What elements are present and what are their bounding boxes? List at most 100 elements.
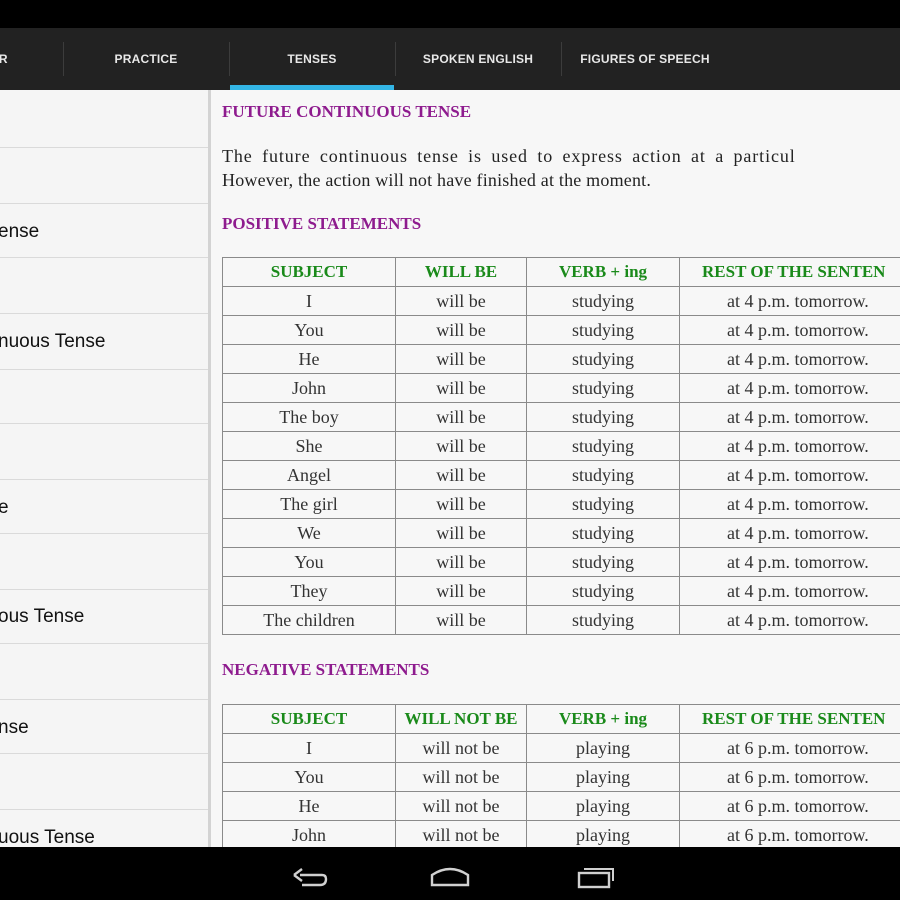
- recent-apps-button[interactable]: [565, 855, 625, 891]
- tense-list-item[interactable]: [0, 148, 208, 204]
- tense-list-item[interactable]: [0, 534, 208, 590]
- table-row: The girl will be studying at 4 p.m. tomorro…: [222, 489, 900, 519]
- table-cell: will be: [395, 286, 527, 316]
- tense-list-item[interactable]: uous Tense: [0, 810, 208, 847]
- table-row: Angel will be studying at 4 p.m. tomorrow.: [222, 460, 900, 490]
- lesson-title: FUTURE CONTINUOUS TENSE: [222, 102, 472, 121]
- tense-list-item[interactable]: nuous Tense: [0, 314, 208, 370]
- table-cell: She: [222, 431, 396, 461]
- tab-tenses[interactable]: TENSES: [230, 28, 394, 90]
- positive-statements-heading: POSITIVE STATEMENTS: [222, 214, 422, 233]
- column-header: WILL NOT BE: [395, 704, 527, 734]
- tense-list-item-label: nuous Tense: [0, 331, 106, 352]
- lesson-description-line: However, the action will not have finish…: [222, 170, 652, 190]
- tab-label: AR: [0, 52, 8, 66]
- table-cell: studying: [526, 489, 680, 519]
- table-cell: playing: [526, 762, 680, 792]
- tab-spoken-english[interactable]: SPOKEN ENGLISH: [396, 28, 560, 90]
- recent-apps-icon: [577, 868, 614, 889]
- table-row: You will not be playing at 6 p.m. tomorrow.: [222, 762, 900, 792]
- table-row: John will not be playing at 6 p.m. tomorrow…: [222, 820, 900, 847]
- table-cell: at 4 p.m. tomorrow.: [679, 489, 900, 519]
- table-cell: will be: [395, 576, 527, 606]
- tense-list-item-label: ous Tense: [0, 606, 85, 627]
- tense-list-item-label: ı: [0, 274, 1, 296]
- table-cell: studying: [526, 547, 680, 577]
- table-row: The children will be studying at 4 p.m. tom…: [222, 605, 900, 635]
- column-header: VERB + ing: [526, 704, 680, 734]
- column-header: SUBJECT: [222, 704, 396, 734]
- table-row: John will be studying at 4 p.m. tomorrow.: [222, 373, 900, 403]
- tense-list-item[interactable]: ense: [0, 204, 208, 258]
- table-cell: studying: [526, 402, 680, 432]
- table-cell: studying: [526, 518, 680, 548]
- home-icon: [430, 867, 470, 887]
- table-row: Iwill be studying at 4 p.m. tomorrow.: [222, 286, 900, 316]
- table-cell: at 4 p.m. tomorrow.: [679, 576, 900, 606]
- lesson-pane: FUTURE CONTINUOUS TENSE The future conti…: [211, 90, 900, 847]
- table-cell: Angel: [222, 460, 396, 490]
- table-row: They will be studying at 4 p.m. tomorrow.: [222, 576, 900, 606]
- status-bar: [0, 0, 900, 28]
- table-row: You will be studying at 4 p.m. tomorrow.: [222, 315, 900, 345]
- table-cell: You: [222, 315, 396, 345]
- table-header-row: SUBJECT WILL NOT BE VERB + ing REST OF T…: [222, 704, 900, 734]
- table-row: He will not be playing at 6 p.m. tomorrow.: [222, 791, 900, 821]
- table-row: He will be studying at 4 p.m. tomorrow.: [222, 344, 900, 374]
- table-cell: will be: [395, 431, 527, 461]
- table-cell: playing: [526, 733, 680, 763]
- table-cell: John: [222, 373, 396, 403]
- table-cell: will not be: [395, 762, 527, 792]
- tense-list-item[interactable]: ı: [0, 258, 208, 314]
- table-cell: The girl: [222, 489, 396, 519]
- table-cell: studying: [526, 344, 680, 374]
- table-row: You will be studying at 4 p.m. tomorrow.: [222, 547, 900, 577]
- tense-list-item[interactable]: [0, 370, 208, 424]
- table-cell: will be: [395, 489, 527, 519]
- column-header: VERB + ing: [526, 257, 680, 287]
- table-cell: at 6 p.m. tomorrow.: [679, 791, 900, 821]
- table-cell: will be: [395, 518, 527, 548]
- tense-list-item[interactable]: [0, 424, 208, 480]
- back-button[interactable]: [276, 855, 336, 891]
- table-cell: You: [222, 547, 396, 577]
- tab-bar: AR PRACTICE TENSES SPOKEN ENGLISH FIGURE…: [0, 28, 900, 90]
- table-cell: at 4 p.m. tomorrow.: [679, 518, 900, 548]
- table-cell: studying: [526, 460, 680, 490]
- tense-list-item[interactable]: ous Tense: [0, 590, 208, 644]
- tab-figures-of-speech[interactable]: FIGURES OF SPEECH: [562, 28, 728, 90]
- table-cell: at 4 p.m. tomorrow.: [679, 344, 900, 374]
- column-header: WILL BE: [395, 257, 527, 287]
- table-cell: I: [222, 733, 396, 763]
- table-row: The boy will be studying at 4 p.m. tomorrow…: [222, 402, 900, 432]
- tense-list-item[interactable]: [0, 644, 208, 700]
- positive-statements-table: SUBJECT WILL BE VERB + ing REST OF THE S…: [222, 257, 900, 635]
- tab-label: SPOKEN ENGLISH: [422, 52, 534, 66]
- table-cell: The boy: [222, 402, 396, 432]
- tense-list-item[interactable]: nse: [0, 700, 208, 754]
- tense-list-item[interactable]: e: [0, 480, 208, 534]
- table-cell: I: [222, 286, 396, 316]
- table-cell: studying: [526, 315, 680, 345]
- lesson-description-line: The future continuous tense is used to e…: [222, 146, 796, 166]
- tense-list-item[interactable]: [0, 754, 208, 810]
- tab-practice[interactable]: PRACTICE: [64, 28, 228, 90]
- table-cell: They: [222, 576, 396, 606]
- table-cell: The children: [222, 605, 396, 635]
- tense-list-item-label: uous Tense: [0, 827, 95, 847]
- table-cell: studying: [526, 373, 680, 403]
- table-cell: at 4 p.m. tomorrow.: [679, 315, 900, 345]
- tab-label: FIGURES OF SPEECH: [580, 52, 710, 66]
- table-cell: playing: [526, 820, 680, 847]
- column-header: REST OF THE SENTEN: [679, 704, 900, 734]
- table-row: Iwill not be playing at 6 p.m. tomorrow.: [222, 733, 900, 763]
- tab-grammar[interactable]: AR: [0, 28, 50, 90]
- table-cell: You: [222, 762, 396, 792]
- table-cell: at 4 p.m. tomorrow.: [679, 460, 900, 490]
- table-cell: studying: [526, 286, 680, 316]
- tense-list-item-label: nse: [0, 717, 29, 738]
- navigation-bar: [0, 847, 900, 900]
- tense-list-item[interactable]: [0, 90, 208, 148]
- tense-list[interactable]: ense ı nuous Tense e ous Tense nse uous …: [0, 90, 208, 847]
- home-button[interactable]: [420, 855, 480, 891]
